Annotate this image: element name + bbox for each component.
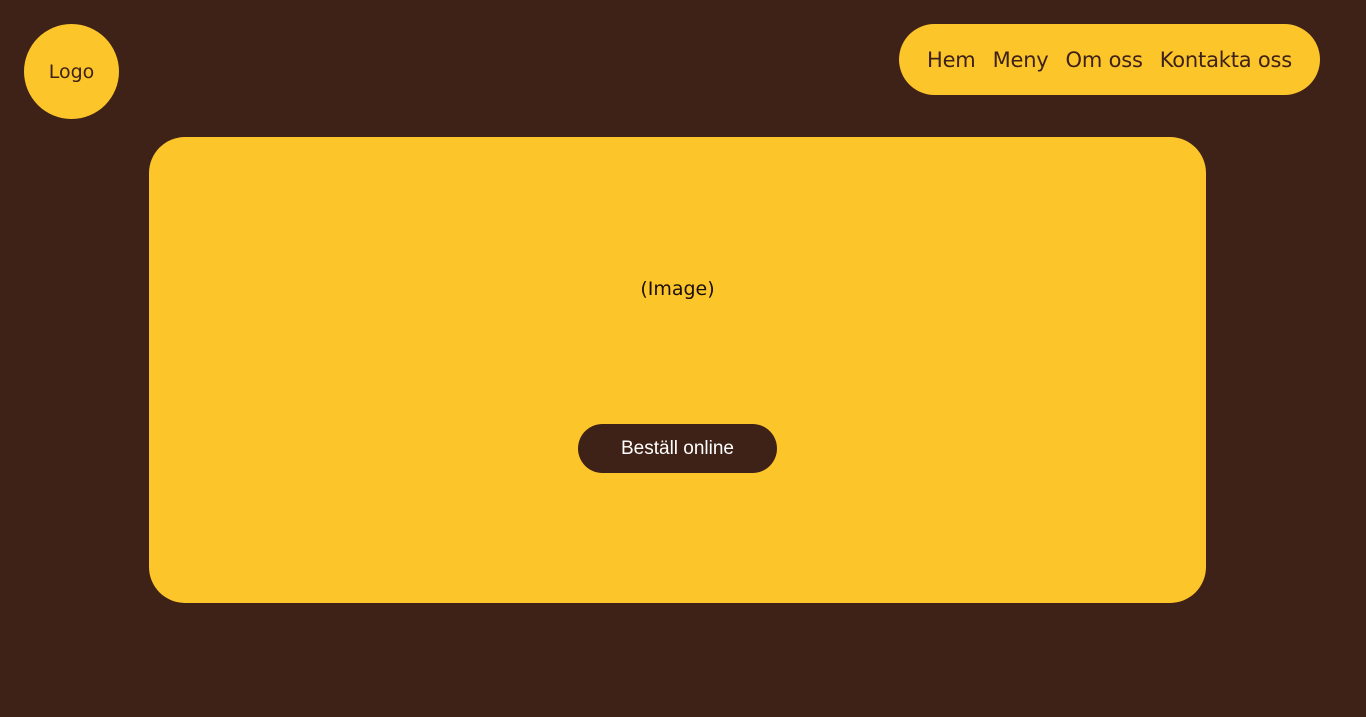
nav-item-meny[interactable]: Meny xyxy=(993,48,1049,72)
nav-item-hem[interactable]: Hem xyxy=(927,48,976,72)
hero-image-placeholder: (Image) xyxy=(640,278,715,300)
main-nav: Hem Meny Om oss Kontakta oss xyxy=(899,24,1320,95)
nav-item-om-oss[interactable]: Om oss xyxy=(1066,48,1143,72)
nav-item-kontakta-oss[interactable]: Kontakta oss xyxy=(1160,48,1292,72)
hero-panel: (Image) Beställ online xyxy=(149,137,1206,603)
logo[interactable]: Logo xyxy=(24,24,119,119)
order-online-button[interactable]: Beställ online xyxy=(578,424,777,473)
